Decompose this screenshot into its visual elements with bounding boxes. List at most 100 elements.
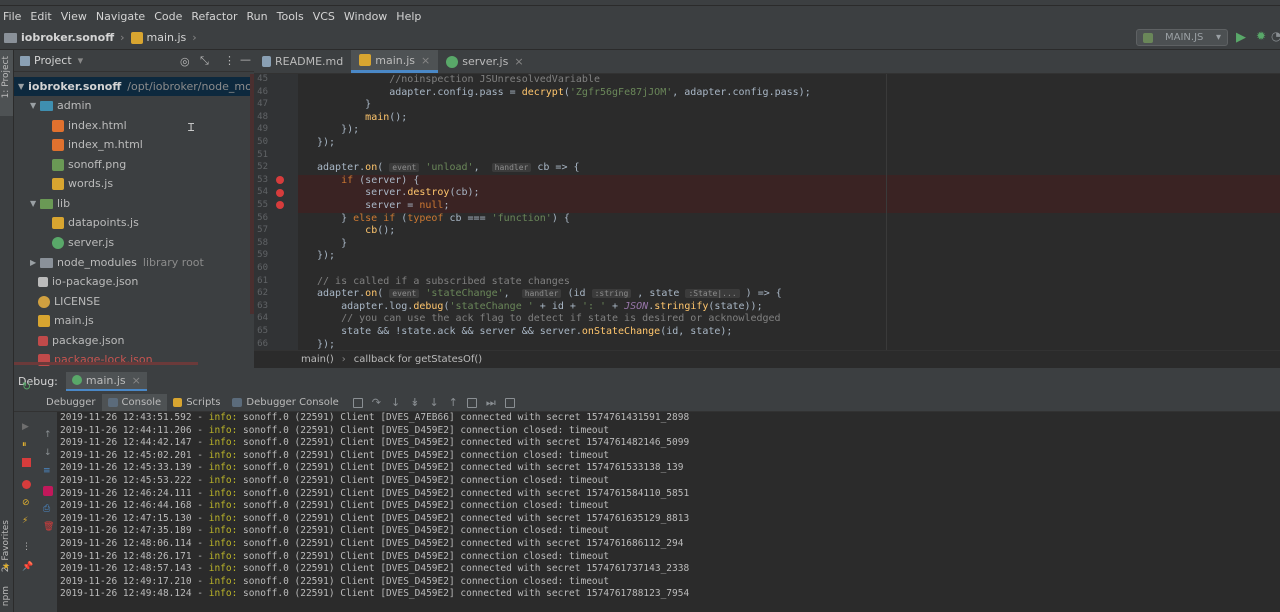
coverage-icon[interactable]: ◔: [1271, 29, 1280, 43]
chevron-down-icon[interactable]: ▾: [78, 54, 84, 67]
breakpoint-icon[interactable]: [276, 176, 284, 184]
clear-all-icon[interactable]: 🗑: [43, 522, 54, 532]
code-line[interactable]: }: [317, 238, 347, 249]
more-options-icon[interactable]: ⋮: [224, 54, 235, 67]
tree-item-admin[interactable]: ▼ admin: [30, 96, 91, 115]
horizontal-scrollbar[interactable]: [14, 362, 198, 365]
menu-view[interactable]: View: [61, 10, 87, 23]
code-line[interactable]: cb();: [317, 225, 395, 236]
code-line[interactable]: main();: [317, 112, 407, 123]
tree-item-node-modules[interactable]: ▶ node_modules library root: [30, 253, 204, 272]
tab-scripts[interactable]: Scripts: [167, 394, 226, 411]
tab-server-js[interactable]: server.js ×: [438, 50, 531, 73]
breadcrumb-callback[interactable]: callback for getStatesOf(): [354, 354, 482, 365]
view-breakpoints-icon[interactable]: [22, 480, 31, 489]
menu-vcs[interactable]: VCS: [313, 10, 335, 23]
tab-main-js[interactable]: main.js ×: [351, 50, 439, 73]
code-line[interactable]: // is called if a subscribed state chang…: [317, 276, 570, 287]
line-gutter[interactable]: 45 46 47 48 49 50 51 52 53 54 55 56 57 5…: [254, 74, 298, 350]
tree-item-index-m-html[interactable]: index_m.html: [52, 135, 143, 154]
tab-console[interactable]: Console: [101, 394, 168, 411]
step-into-icon[interactable]: ↓: [391, 396, 400, 409]
print-icon[interactable]: ⎙: [43, 504, 50, 514]
step-over-icon[interactable]: ↷: [372, 396, 381, 409]
code-line[interactable]: state && !state.ack && server && server.…: [317, 326, 732, 337]
arrow-up-icon[interactable]: ↑: [44, 430, 52, 440]
code-line[interactable]: adapter.on( event 'stateChange', handler…: [317, 288, 782, 299]
run-to-cursor-icon[interactable]: [466, 397, 477, 408]
lightning-icon[interactable]: ⚡: [22, 516, 32, 526]
code-line[interactable]: adapter.on( event 'unload', handler cb =…: [317, 162, 580, 173]
close-icon[interactable]: ×: [421, 54, 430, 67]
tree-item-package-json[interactable]: package.json: [38, 331, 124, 350]
run-icon[interactable]: ▶: [1236, 30, 1246, 45]
code-line[interactable]: }: [317, 99, 371, 110]
pin-icon[interactable]: 📌: [22, 562, 33, 572]
project-tool-label[interactable]: 1: Project: [1, 56, 11, 98]
more-icon[interactable]: ⋮: [22, 542, 32, 552]
hide-panel-icon[interactable]: —: [240, 53, 251, 66]
debug-config-tab[interactable]: main.js ×: [65, 371, 147, 391]
pause-icon[interactable]: ⏸: [22, 440, 32, 450]
smart-step-into-icon[interactable]: ↓: [429, 396, 438, 409]
nav-crumb-file[interactable]: main.js: [130, 31, 186, 44]
collapse-icon[interactable]: ⤡: [200, 54, 209, 68]
code-line[interactable]: [317, 150, 323, 161]
tree-item-words-js[interactable]: words.js: [52, 174, 113, 193]
menu-refactor[interactable]: Refactor: [191, 10, 237, 23]
menu-code[interactable]: Code: [154, 10, 182, 23]
rerun-icon[interactable]: ↻: [22, 380, 32, 393]
menu-edit[interactable]: Edit: [30, 10, 51, 23]
project-panel-title[interactable]: Project: [34, 54, 72, 67]
npm-tool-label[interactable]: npm: [1, 586, 11, 606]
code-line[interactable]: });: [317, 137, 335, 148]
code-line[interactable]: } else if (typeof cb === 'function') {: [317, 213, 570, 224]
arrow-down-icon[interactable]: ↓: [44, 448, 52, 458]
debug-icon[interactable]: ✹: [1256, 29, 1266, 43]
force-step-into-icon[interactable]: ↡: [410, 396, 419, 409]
close-icon[interactable]: ×: [132, 374, 141, 387]
code-line[interactable]: server = null;: [317, 200, 449, 211]
code-line[interactable]: });: [317, 250, 335, 261]
code-line[interactable]: });: [317, 339, 335, 350]
step-out-icon[interactable]: ↑: [449, 396, 458, 409]
tree-item-datapoints-js[interactable]: datapoints.js: [52, 213, 139, 232]
code-line[interactable]: server.destroy(cb);: [317, 187, 479, 198]
tab-debugger-console[interactable]: Debugger Console: [226, 394, 344, 411]
tree-item-server-js[interactable]: server.js: [52, 233, 114, 252]
mute-breakpoints-icon[interactable]: ⊘: [22, 498, 32, 508]
breakpoint-icon[interactable]: [276, 201, 284, 210]
stop-icon[interactable]: [22, 458, 31, 467]
tab-debugger[interactable]: Debugger: [40, 394, 102, 411]
menu-navigate[interactable]: Navigate: [96, 10, 145, 23]
menu-help[interactable]: Help: [396, 10, 421, 23]
tree-item-sonoff-png[interactable]: sonoff.png: [52, 155, 126, 174]
menu-run[interactable]: Run: [247, 10, 268, 23]
code-line[interactable]: // you can use the ack flag to detect if…: [317, 313, 781, 324]
nav-crumb-project[interactable]: iobroker.sonoff: [4, 31, 114, 44]
restore-layout-icon[interactable]: [352, 397, 363, 408]
tree-item-lib[interactable]: ▼ lib: [30, 194, 70, 213]
tree-item-io-package-json[interactable]: io-package.json: [38, 272, 138, 291]
code-line[interactable]: [317, 263, 323, 274]
menu-file[interactable]: File: [3, 10, 21, 23]
scroll-to-end-icon[interactable]: [43, 486, 53, 496]
code-line[interactable]: adapter.config.pass = decrypt('Zgfr56gFe…: [317, 87, 811, 98]
menu-window[interactable]: Window: [344, 10, 387, 23]
tree-item-main-js[interactable]: main.js: [38, 311, 94, 330]
tab-readme[interactable]: README.md: [254, 50, 351, 73]
mute-breakpoints-icon[interactable]: ⏭: [486, 396, 496, 410]
code-line[interactable]: if (server) {: [317, 175, 419, 186]
breakpoint-icon[interactable]: [276, 188, 284, 197]
menu-tools[interactable]: Tools: [277, 10, 304, 23]
soft-wrap-icon[interactable]: ≡: [43, 466, 51, 476]
code-line[interactable]: //noinspection JSUnresolvedVariable: [317, 74, 600, 85]
resume-icon[interactable]: ▶: [22, 422, 32, 432]
tree-root[interactable]: ▼ iobroker.sonoff /opt/iobroker/node_mod…: [14, 77, 302, 96]
breadcrumb-main[interactable]: main(): [301, 354, 334, 365]
run-config-selector[interactable]: MAIN.JS ▾: [1136, 29, 1228, 46]
code-line[interactable]: adapter.log.debug('stateChange ' + id + …: [317, 301, 763, 312]
tree-item-index-html[interactable]: index.html: [52, 116, 127, 135]
tree-item-license[interactable]: LICENSE: [38, 292, 100, 311]
code-line[interactable]: });: [317, 124, 359, 135]
